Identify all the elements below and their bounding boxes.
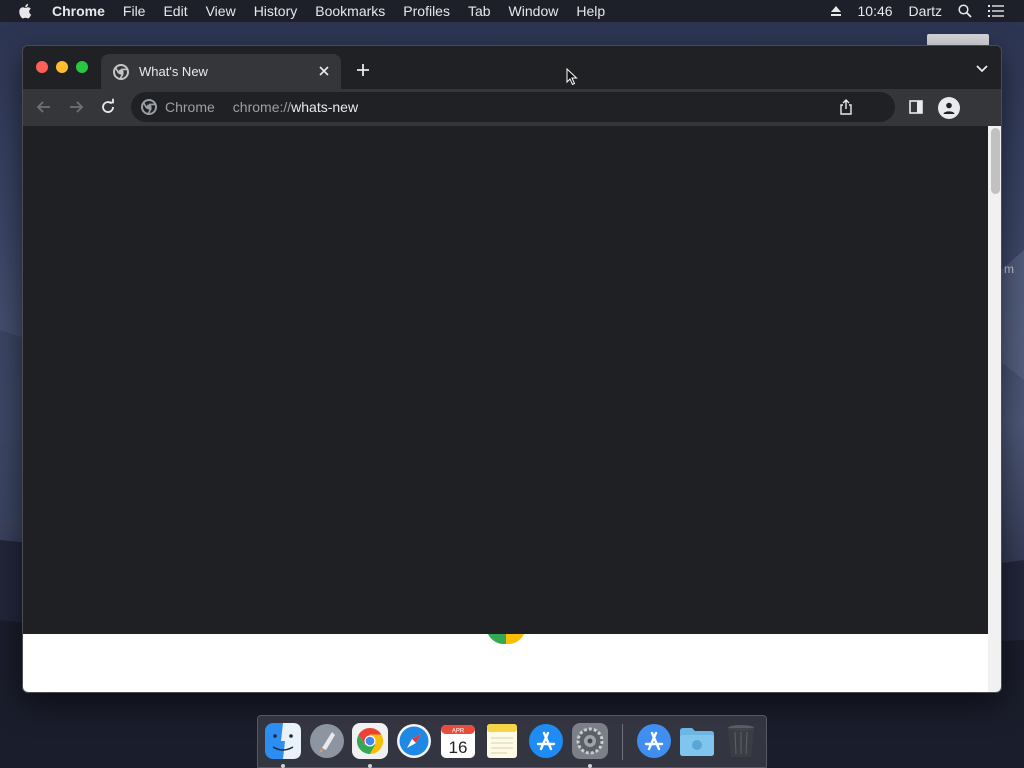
apple-icon[interactable] (18, 3, 38, 19)
chevron-down-icon[interactable] (975, 64, 989, 74)
dock: APR 16 (257, 715, 767, 768)
person-icon (943, 102, 955, 114)
address-bar[interactable]: Chrome chrome:// whats-new (131, 92, 895, 122)
chrome-logo-icon (488, 634, 524, 644)
url-scheme: chrome:// (232, 99, 292, 115)
profile-avatar-button[interactable] (938, 97, 960, 119)
running-indicator (281, 764, 285, 768)
calendar-icon[interactable]: APR 16 (439, 722, 477, 760)
new-tab-plus-icon[interactable] (355, 62, 371, 78)
chrome-icon (113, 63, 129, 80)
forward-arrow-icon[interactable] (67, 98, 85, 116)
system-preferences-icon[interactable] (571, 722, 609, 760)
eject-icon[interactable] (830, 5, 842, 17)
safari-icon[interactable] (395, 722, 433, 760)
reload-icon[interactable] (99, 98, 117, 116)
menu-tab[interactable]: Tab (468, 0, 491, 22)
menu-bar: Chrome File Edit View History Bookmarks … (0, 0, 1024, 22)
svg-text:16: 16 (449, 738, 468, 757)
share-icon[interactable] (839, 99, 853, 115)
menu-edit[interactable]: Edit (163, 0, 187, 22)
launchpad-icon[interactable] (308, 722, 346, 760)
menu-window[interactable]: Window (509, 0, 559, 22)
finder-icon[interactable] (264, 722, 302, 760)
side-panel-icon[interactable] (909, 100, 923, 114)
tab-strip: What's New (23, 46, 1001, 89)
chrome-window: What's New Chrome chrome:// whats-new (22, 45, 1002, 693)
omnibox-chip-label: Chrome (165, 99, 215, 115)
url-path: whats-new (291, 99, 359, 115)
chrome-icon (141, 99, 157, 115)
tab-title: What's New (139, 64, 208, 79)
control-center-list-icon[interactable] (988, 5, 1004, 17)
scrollbar-track[interactable] (988, 126, 1001, 692)
menu-app-name[interactable]: Chrome (52, 0, 105, 22)
desktop-item-label: m (1004, 262, 1014, 276)
tab-whats-new[interactable]: What's New (101, 54, 341, 89)
menu-profiles[interactable]: Profiles (403, 0, 450, 22)
toolbar: Chrome chrome:// whats-new (23, 89, 1001, 126)
downloads-folder-icon[interactable] (678, 722, 716, 760)
notes-icon[interactable] (483, 722, 521, 760)
svg-text:APR: APR (452, 729, 465, 735)
back-arrow-icon[interactable] (35, 98, 53, 116)
menu-view[interactable]: View (206, 0, 236, 22)
menubar-user[interactable]: Dartz (909, 3, 942, 19)
window-controls (36, 61, 96, 73)
trash-icon[interactable] (722, 722, 760, 760)
menu-bookmarks[interactable]: Bookmarks (315, 0, 385, 22)
spotlight-search-icon[interactable] (958, 4, 972, 18)
page-content[interactable] (23, 126, 988, 634)
running-indicator (368, 764, 372, 768)
window-minimize-button[interactable] (56, 61, 68, 73)
close-icon[interactable] (317, 64, 331, 78)
dock-separator (622, 724, 623, 760)
menu-help[interactable]: Help (576, 0, 605, 22)
window-close-button[interactable] (36, 61, 48, 73)
running-indicator (588, 764, 592, 768)
mouse-cursor-icon (566, 68, 578, 86)
chrome-icon[interactable] (351, 722, 389, 760)
menu-history[interactable]: History (254, 0, 298, 22)
app-store-icon[interactable] (527, 722, 565, 760)
window-zoom-button[interactable] (76, 61, 88, 73)
applications-folder-icon[interactable] (635, 722, 673, 760)
menu-file[interactable]: File (123, 0, 146, 22)
menubar-clock[interactable]: 10:46 (858, 3, 893, 19)
scrollbar-thumb[interactable] (991, 128, 1000, 194)
